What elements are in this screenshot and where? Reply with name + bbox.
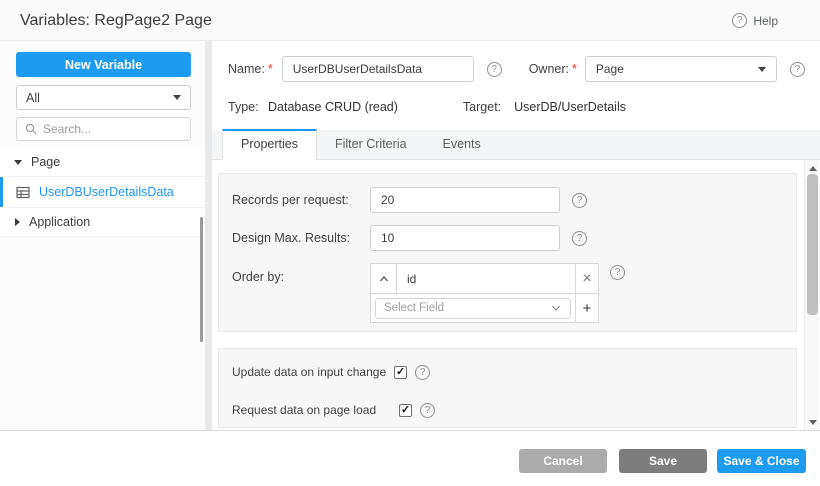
order-by-label: Order by: — [232, 263, 370, 292]
target-value: UserDB/UserDetails — [514, 100, 626, 114]
help-button[interactable]: Help — [732, 13, 778, 28]
scroll-up-button[interactable] — [805, 162, 820, 174]
scroll-down-button[interactable] — [805, 416, 820, 428]
tab-properties[interactable]: Properties — [222, 129, 317, 160]
new-variable-button[interactable]: New Variable — [16, 52, 191, 77]
cancel-button[interactable]: Cancel — [519, 449, 607, 473]
help-icon — [732, 13, 747, 28]
records-per-request-row: Records per request: — [232, 187, 587, 213]
sort-direction-button[interactable] — [371, 264, 397, 293]
dropdown-caret-icon — [758, 67, 766, 72]
target-label: Target: — [463, 100, 501, 114]
close-icon: × — [582, 270, 591, 288]
sidebar-scrollbar-thumb[interactable] — [200, 217, 203, 342]
chevron-right-icon — [15, 218, 20, 226]
required-asterisk: * — [572, 62, 577, 76]
type-value: Database CRUD (read) — [268, 100, 398, 114]
owner-help-icon[interactable] — [790, 62, 805, 77]
design-max-results-label: Design Max. Results: — [232, 231, 370, 245]
order-by-row: Order by: id × — [232, 263, 625, 323]
chevron-down-icon — [550, 303, 562, 313]
tree-item-variable[interactable]: UserDBUserDetailsData — [0, 177, 205, 208]
plus-icon: + — [583, 300, 592, 317]
request-on-load-label: Request data on page load — [232, 403, 376, 417]
tab-filter-criteria[interactable]: Filter Criteria — [317, 129, 425, 159]
behavior-panel: Update data on input change Request data… — [218, 348, 797, 428]
request-on-load-help-icon[interactable] — [420, 403, 435, 418]
owner-label: Owner:* — [529, 62, 577, 76]
dropdown-caret-icon — [173, 95, 181, 100]
tree-group-application-label: Application — [29, 215, 90, 229]
variable-filter-value: All — [26, 91, 40, 105]
records-help-icon[interactable] — [572, 193, 587, 208]
selected-indicator — [0, 177, 3, 207]
type-row: Type: Database CRUD (read) Target: UserD… — [228, 97, 626, 117]
order-by-editor: id × Select Field — [370, 263, 599, 323]
design-max-results-row: Design Max. Results: — [232, 225, 587, 251]
required-asterisk: * — [268, 62, 273, 76]
order-by-field-row: id × — [371, 264, 598, 293]
properties-tab-content: Records per request: Design Max. Results… — [212, 160, 820, 430]
remove-field-button[interactable]: × — [575, 264, 598, 293]
update-on-change-help-icon[interactable] — [415, 365, 430, 380]
name-help-icon[interactable] — [487, 62, 502, 77]
variable-detail-panel: Name:* Owner:* Page Type: Database CRUD … — [212, 41, 820, 430]
design-max-results-input[interactable] — [370, 225, 560, 251]
tree-group-application[interactable]: Application — [0, 208, 205, 237]
tab-events[interactable]: Events — [425, 129, 499, 159]
owner-select[interactable]: Page — [585, 56, 777, 82]
chevron-up-icon — [378, 274, 390, 284]
content-scrollbar — [804, 160, 819, 430]
help-label: Help — [753, 14, 778, 28]
records-per-request-label: Records per request: — [232, 193, 370, 207]
records-per-request-input[interactable] — [370, 187, 560, 213]
order-by-help-icon[interactable] — [610, 265, 625, 280]
design-max-help-icon[interactable] — [572, 231, 587, 246]
tree-group-page[interactable]: Page — [0, 148, 205, 177]
variables-sidebar: New Variable All Page — [0, 41, 205, 430]
name-input[interactable] — [282, 56, 474, 82]
request-on-load-checkbox[interactable] — [399, 404, 412, 417]
variable-search[interactable] — [16, 117, 191, 141]
select-field-dropdown[interactable]: Select Field — [375, 298, 571, 319]
variables-dialog: Variables: RegPage2 Page Help New Variab… — [0, 0, 820, 486]
dialog-footer: Cancel Save Save & Close — [0, 430, 820, 486]
save-and-close-button[interactable]: Save & Close — [717, 449, 806, 473]
save-button[interactable]: Save — [619, 449, 707, 473]
tree-item-variable-label: UserDBUserDetailsData — [39, 185, 174, 199]
search-icon — [25, 123, 37, 135]
update-on-change-row: Update data on input change — [232, 363, 430, 381]
update-on-change-checkbox[interactable] — [394, 366, 407, 379]
owner-value: Page — [596, 62, 624, 76]
tab-bar: Properties Filter Criteria Events — [212, 130, 820, 160]
scroll-up-icon — [809, 166, 817, 171]
select-field-cell: Select Field — [371, 294, 575, 322]
request-settings-panel: Records per request: Design Max. Results… — [218, 173, 797, 332]
dialog-header: Variables: RegPage2 Page Help — [0, 0, 820, 41]
name-label: Name:* — [228, 62, 273, 76]
search-input[interactable] — [43, 122, 173, 136]
variables-tree: Page UserDBUserDetailsData Application — [0, 148, 205, 237]
order-by-add-row: Select Field + — [371, 293, 598, 322]
database-icon — [16, 186, 30, 199]
select-field-placeholder: Select Field — [384, 302, 444, 314]
update-on-change-label: Update data on input change — [232, 365, 386, 379]
chevron-down-icon — [14, 160, 22, 165]
order-by-field-value: id — [397, 264, 575, 293]
request-on-load-row: Request data on page load — [232, 401, 435, 419]
sidebar-divider — [205, 41, 212, 430]
page-title: Variables: RegPage2 Page — [20, 0, 212, 41]
variable-filter-select[interactable]: All — [16, 85, 191, 110]
type-label: Type: — [228, 100, 268, 114]
tree-group-page-label: Page — [31, 155, 60, 169]
add-field-button[interactable]: + — [575, 294, 598, 322]
name-row: Name:* Owner:* Page — [228, 56, 805, 82]
scroll-down-icon — [809, 420, 817, 425]
scrollbar-thumb[interactable] — [807, 174, 818, 315]
